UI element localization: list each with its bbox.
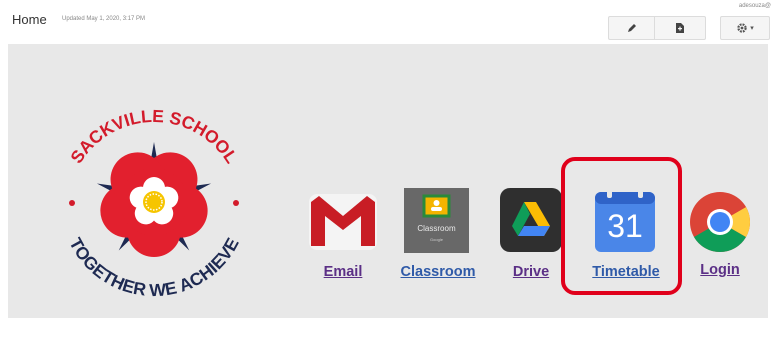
tudor-rose-icon	[96, 142, 212, 257]
settings-button[interactable]: ▾	[720, 16, 770, 40]
pencil-icon	[628, 24, 636, 32]
school-logo: SACKVILLE SCHOOL TOGETHER WE ACHIEVE	[65, 106, 242, 300]
classroom-link[interactable]: Classroom Google	[404, 188, 469, 253]
classroom-label[interactable]: Classroom	[401, 264, 476, 280]
classroom-tile-subtext: Google	[430, 237, 443, 242]
login-label[interactable]: Login	[700, 262, 739, 278]
email-label[interactable]: Email	[324, 264, 363, 280]
google-drive-icon	[500, 188, 562, 252]
page-title: Home	[12, 12, 47, 27]
chevron-down-icon: ▾	[750, 25, 754, 32]
top-bar: Home Updated May 1, 2020, 3:17 PM adesou…	[0, 0, 775, 44]
new-page-button[interactable]	[654, 16, 706, 40]
email-link[interactable]	[307, 188, 379, 254]
drive-label[interactable]: Drive	[513, 264, 549, 280]
classroom-tile-text: Classroom	[417, 224, 456, 233]
chrome-icon	[690, 192, 751, 253]
google-classroom-icon	[404, 188, 469, 253]
login-link[interactable]	[688, 190, 752, 254]
user-account[interactable]: adesouza@	[739, 3, 771, 9]
new-page-icon	[676, 23, 684, 33]
edit-page-button[interactable]	[608, 16, 655, 40]
drive-link[interactable]	[500, 188, 562, 252]
timetable-highlight-frame	[561, 157, 682, 295]
gmail-icon	[309, 194, 377, 250]
gear-icon	[737, 23, 747, 33]
last-updated-text: Updated May 1, 2020, 3:17 PM	[62, 16, 146, 22]
